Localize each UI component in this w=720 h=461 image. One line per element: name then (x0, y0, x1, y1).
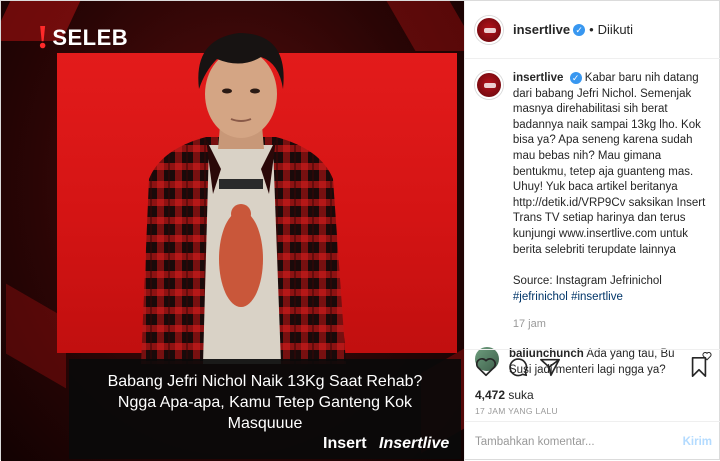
heart-icon[interactable] (475, 356, 499, 380)
post-comment-button[interactable]: Kirim (683, 436, 712, 448)
caption-comment: insertlive ✓ Kabar baru nih datang dari … (475, 71, 712, 333)
profile-avatar[interactable] (475, 15, 503, 44)
likes-label: suka (508, 388, 534, 402)
action-icons (475, 356, 712, 382)
header-username[interactable]: insertlive (513, 22, 570, 37)
verified-badge-icon: ✓ (569, 71, 582, 84)
source-text: Source: Instagram Jefrinichol (512, 275, 662, 288)
instagram-post-frame: ! SELEB Babang Jefri Nichol Naik 13Kg Sa… (0, 0, 720, 461)
likes-count: 4,472 (475, 388, 506, 402)
comment-icon[interactable] (507, 356, 531, 380)
post-date: 17 JAM YANG LALU (475, 406, 558, 416)
caption-source: Source: Instagram Jefrinichol #jefrinich… (513, 274, 712, 305)
caption-text: Kabar baru nih datang dari babang Jefri … (512, 72, 706, 256)
caption-timestamp: 17 jam (512, 318, 546, 331)
caption-avatar[interactable] (475, 71, 503, 99)
verified-badge-icon: ✓ (573, 23, 586, 36)
caption-body: insertlive ✓ Kabar baru nih datang dari … (513, 71, 712, 333)
post-image[interactable]: ! SELEB Babang Jefri Nichol Naik 13Kg Sa… (1, 1, 464, 461)
decor-shard (386, 1, 464, 51)
bookmark-icon[interactable] (688, 356, 712, 380)
headline-text: Babang Jefri Nichol Naik 13Kg Saat Rehab… (107, 373, 423, 432)
follow-status-button[interactable]: Diikuti (598, 22, 633, 37)
post-actions: 4,472 suka 17 JAM YANG LALU (465, 349, 720, 431)
person-photo (141, 33, 346, 364)
hashtag-link[interactable]: #insertlive (571, 291, 623, 303)
post-side-panel: insertlive ✓ • Diikuti insertlive ✓ Kaba… (464, 1, 720, 461)
share-icon[interactable] (539, 356, 563, 380)
comment-input[interactable] (475, 435, 675, 448)
seleb-label: SELEB (52, 25, 129, 50)
post-header: insertlive ✓ • Diikuti (465, 1, 720, 59)
add-comment-bar: Kirim (465, 421, 720, 461)
insert-logo: Insert (323, 435, 367, 452)
insertlive-logo: Insertlive (379, 435, 450, 452)
comments-section: insertlive ✓ Kabar baru nih datang dari … (465, 59, 720, 376)
likes-summary[interactable]: 4,472 suka (475, 388, 712, 402)
seleb-badge: ! SELEB (37, 19, 129, 56)
caption-username[interactable]: insertlive (513, 72, 564, 84)
hashtag-link[interactable]: #jefrinichol (513, 291, 568, 303)
separator-dot: • (589, 22, 594, 37)
exclamation-icon: ! (37, 19, 49, 56)
